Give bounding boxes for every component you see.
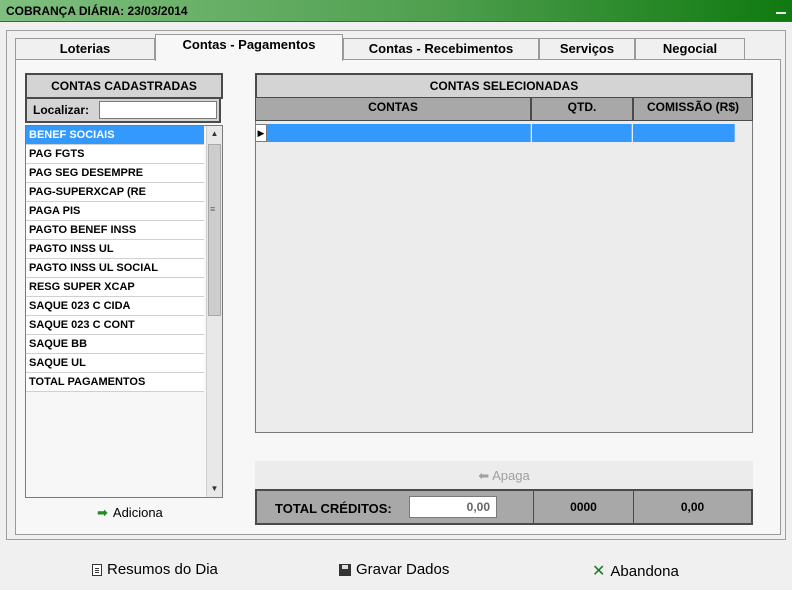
list-item[interactable]: SAQUE 023 C CIDA — [26, 297, 204, 316]
grip-icon: ≡ — [210, 204, 216, 214]
scroll-up-icon[interactable]: ▲ — [207, 126, 222, 142]
tab-servicos[interactable]: Serviços — [539, 38, 635, 60]
total-commission: 0,00 — [633, 491, 751, 523]
list-item[interactable]: SAQUE UL — [26, 354, 204, 373]
resumos-label: Resumos do Dia — [107, 561, 218, 578]
contas-list[interactable]: BENEF SOCIAIS PAG FGTS PAG SEG DESEMPRE … — [25, 125, 223, 498]
contas-selecionadas-header: CONTAS SELECIONADAS — [255, 73, 753, 99]
row-indicator-icon: ▶ — [255, 124, 267, 142]
total-qtd: 0000 — [533, 491, 633, 523]
arrow-right-icon: ➡ — [97, 505, 108, 520]
resumos-do-dia-button[interactable]: Resumos do Dia — [92, 561, 218, 578]
tab-contas-recebimentos[interactable]: Contas - Recebimentos — [343, 38, 539, 60]
list-item[interactable]: PAG-SUPERXCAP (RE — [26, 183, 204, 202]
gravar-dados-button[interactable]: Gravar Dados — [339, 561, 449, 578]
arrow-left-icon: ⬅ — [478, 468, 490, 483]
adiciona-label: Adiciona — [112, 505, 163, 520]
apaga-label: Apaga — [492, 468, 530, 483]
list-item[interactable]: PAGTO BENEF INSS — [26, 221, 204, 240]
main-frame: Loterias Contas - Pagamentos Contas - Re… — [6, 30, 786, 540]
list-item[interactable]: RESG SUPER XCAP — [26, 278, 204, 297]
column-header-contas[interactable]: CONTAS — [255, 97, 531, 121]
abandona-label: Abandona — [610, 562, 679, 580]
total-value: 0,00 — [409, 496, 497, 518]
grid-cell-contas[interactable] — [267, 124, 531, 142]
scroll-down-icon[interactable]: ▼ — [207, 481, 222, 497]
window-titlebar: COBRANÇA DIÁRIA: 23/03/2014 — [0, 0, 792, 22]
list-item[interactable]: SAQUE 023 C CONT — [26, 316, 204, 335]
tab-contas-pagamentos[interactable]: Contas - Pagamentos — [155, 34, 343, 61]
close-icon: ✕ — [592, 563, 606, 580]
grid-cell-comissao[interactable] — [633, 124, 735, 142]
total-label: TOTAL CRÉDITOS: — [275, 501, 392, 516]
column-header-qtd[interactable]: QTD. — [531, 97, 633, 121]
list-item[interactable]: PAGTO INSS UL SOCIAL — [26, 259, 204, 278]
search-label: Localizar: — [33, 103, 90, 117]
contas-cadastradas-header: CONTAS CADASTRADAS — [25, 73, 223, 99]
list-item[interactable]: SAQUE BB — [26, 335, 204, 354]
adiciona-button[interactable]: ➡ Adiciona — [97, 505, 163, 521]
minimize-icon[interactable] — [776, 12, 786, 14]
list-item[interactable]: PAGTO INSS UL — [26, 240, 204, 259]
grid-cell-qtd[interactable] — [532, 124, 632, 142]
column-header-comissao[interactable]: COMISSÃO (R$) — [633, 97, 753, 121]
gravar-label: Gravar Dados — [356, 561, 450, 578]
search-input[interactable] — [99, 101, 217, 119]
abandona-button[interactable]: ✕ Abandona — [592, 561, 679, 581]
window-title: COBRANÇA DIÁRIA: 23/03/2014 — [6, 4, 188, 18]
total-bar: TOTAL CRÉDITOS: 0,00 0000 0,00 — [255, 489, 753, 525]
apaga-button[interactable]: ⬅ Apaga — [255, 461, 753, 491]
tab-loterias[interactable]: Loterias — [15, 38, 155, 60]
save-disk-icon — [339, 563, 351, 576]
document-icon — [92, 563, 102, 576]
list-item[interactable]: PAG SEG DESEMPRE — [26, 164, 204, 183]
list-scrollbar[interactable]: ▲ ≡ ▼ — [206, 126, 222, 497]
list-item[interactable]: BENEF SOCIAIS — [26, 126, 204, 145]
search-row: Localizar: — [25, 99, 221, 123]
scroll-thumb[interactable] — [208, 144, 221, 316]
list-item[interactable]: PAG FGTS — [26, 145, 204, 164]
list-item[interactable]: TOTAL PAGAMENTOS — [26, 373, 204, 392]
list-item[interactable]: PAGA PIS — [26, 202, 204, 221]
selected-grid[interactable] — [255, 99, 753, 433]
tab-negocial[interactable]: Negocial — [635, 38, 745, 60]
